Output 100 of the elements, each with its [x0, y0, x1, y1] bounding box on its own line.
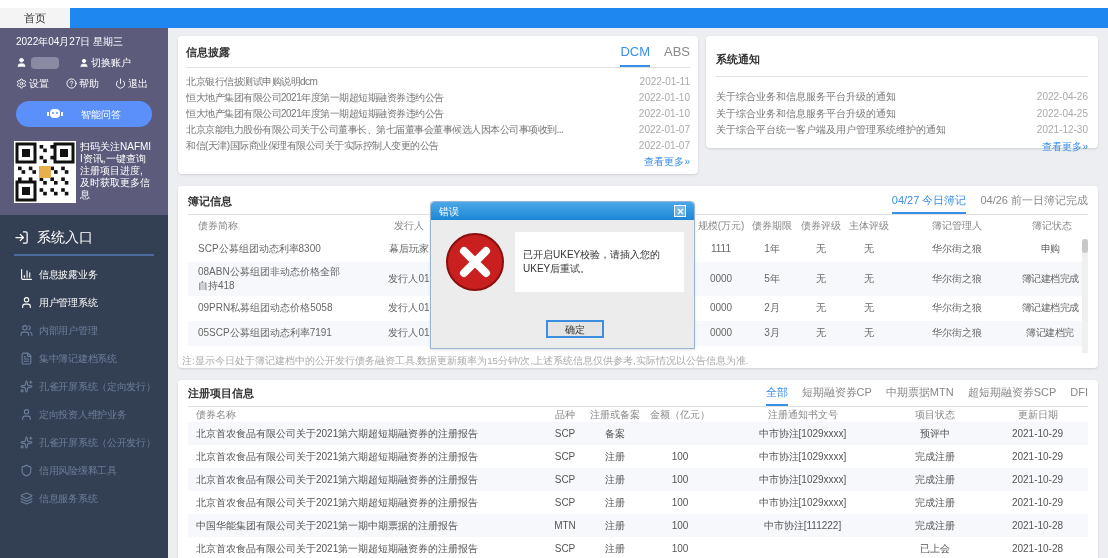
- sidebar-item[interactable]: 信息披露业务: [14, 260, 154, 288]
- close-icon: [675, 206, 685, 216]
- user-icon: [20, 295, 33, 309]
- table-cell-text: 中市协注[1029xxxx]: [757, 472, 848, 487]
- tab[interactable]: DFI: [1070, 384, 1088, 406]
- table-cell-text: 完成注册: [914, 472, 956, 487]
- table-cell-text: 100: [670, 518, 690, 533]
- table-cell-text: 2021-10-29: [1010, 426, 1065, 441]
- fan-icon: [20, 379, 33, 393]
- sidebar-action-link[interactable]: 退出: [115, 76, 148, 91]
- qr-code-icon: [14, 141, 76, 203]
- sidebar-item[interactable]: 用户管理系统: [14, 288, 154, 316]
- table-cell-text: SCP公募组团动态利率8300: [197, 242, 322, 256]
- news-link[interactable]: 北京京能电力股份有限公司关于公司董事长、第七届董事会董事候选人因本公司事项收到...: [186, 121, 564, 138]
- section-title: 系统入口: [37, 228, 93, 247]
- dialog-title: 错误: [439, 204, 459, 219]
- assistant-button[interactable]: 智能问答: [16, 101, 152, 127]
- column-header: 簿记状态: [1031, 219, 1073, 233]
- table-cell-text: 注册: [604, 495, 626, 510]
- news-date: 2022-01-07: [638, 138, 690, 153]
- table-cell-text: 无: [863, 242, 875, 256]
- news-date: 2022-01-10: [638, 90, 690, 105]
- table-cell-text: 北京首农食品有限公司关于2021第一期超短期融资券的注册报告: [195, 541, 480, 556]
- switch-account-link[interactable]: 切换账户: [79, 55, 131, 70]
- table-cell-text: 05SCP公募组团动态利率7191: [197, 326, 333, 340]
- user-icon: [16, 57, 27, 68]
- table-cell-text: SCP: [553, 541, 577, 556]
- table-cell-text: 1年: [763, 242, 781, 256]
- table-cell: 幕后玩家: [388, 242, 430, 256]
- notice-link[interactable]: 关于综合业务和信息服务平台升级的通知: [716, 89, 896, 106]
- sidebar-action-link[interactable]: 设置: [16, 76, 49, 91]
- table-cell-text: 3月: [763, 326, 781, 340]
- notice-link[interactable]: 关于综合业务和信息服务平台升级的通知: [716, 105, 896, 122]
- tab[interactable]: 短期融资券CP: [801, 384, 872, 406]
- column-header: 债券期限: [751, 219, 793, 233]
- news-link[interactable]: 和信(天津)国际商业保理有限公司关于实际控制人变更的公告: [186, 137, 439, 154]
- tab[interactable]: 中期票据MTN: [885, 384, 954, 406]
- notice-date: 2021-12-30: [1036, 123, 1088, 137]
- column-header: 注册通知书文号: [766, 407, 839, 422]
- blurred-username: [31, 56, 59, 69]
- tab[interactable]: DCM: [620, 42, 650, 67]
- table-cell-text: 注册: [604, 518, 626, 533]
- table-cell-text: 100: [670, 541, 690, 556]
- panel-title: 信息披露: [186, 45, 230, 60]
- tab[interactable]: 04/26 前一日簿记完成: [980, 192, 1088, 214]
- column-header: 规模(万元): [696, 219, 746, 233]
- panel-title: 簿记信息: [188, 194, 232, 209]
- column-header: 品种: [554, 407, 576, 422]
- tab[interactable]: 全部: [765, 384, 788, 406]
- ok-button[interactable]: 确定: [545, 320, 604, 338]
- news-link[interactable]: 北京银行信披测试申购说明dcm: [186, 73, 318, 90]
- table-cell-text: 华尔街之狼: [931, 301, 983, 315]
- close-button[interactable]: [674, 205, 686, 217]
- table-cell-text: 5年: [763, 271, 781, 286]
- news-link[interactable]: 恒大地产集团有限公司2021年度第一期超短期融资券违约公告: [186, 89, 444, 106]
- date-text: 2022年04月27日 星期三: [16, 35, 125, 49]
- news-date: 2022-01-07: [638, 122, 690, 137]
- table-cell-text: SCP: [553, 495, 577, 510]
- table-cell-text: 华尔街之狼: [931, 271, 983, 286]
- news-date: 2022-01-10: [638, 106, 690, 121]
- error-icon: [445, 232, 505, 292]
- table-cell-text: 100: [670, 449, 690, 464]
- table-cell-text: 100: [670, 472, 690, 487]
- table-cell-text: 2021-10-28: [1010, 518, 1065, 533]
- column-header: 债券评级: [800, 219, 842, 233]
- layers-icon: [20, 491, 33, 505]
- table-cell-text: 无: [815, 301, 827, 315]
- tab[interactable]: 超短期融资券SCP: [967, 384, 1057, 406]
- column-header: 项目状态: [914, 407, 956, 422]
- news-link[interactable]: 恒大地产集团有限公司2021年度第一期超短期融资券违约公告: [186, 105, 444, 122]
- users-icon: [20, 323, 33, 337]
- table-cell-text: 申购: [1039, 242, 1061, 256]
- tab[interactable]: ABS: [664, 42, 690, 67]
- table-cell-text: 簿记建档完成: [1021, 271, 1080, 286]
- table-cell: 发行人01: [388, 301, 430, 315]
- table-cell-text: 0000: [708, 301, 734, 315]
- table-cell-text: 无: [863, 326, 875, 340]
- table-cell-text: 中市协注[1029xxxx]: [757, 449, 848, 464]
- table-cell: 发行人01: [388, 271, 430, 286]
- sidebar-action-link[interactable]: 帮助: [65, 76, 99, 91]
- tab[interactable]: 04/27 今日簿记: [891, 192, 967, 214]
- bar-chart-icon: [20, 267, 33, 281]
- table-cell-text: 注册: [604, 472, 626, 487]
- panel-title: 注册项目信息: [188, 386, 254, 401]
- table-cell-text: 0000: [708, 271, 734, 286]
- table-cell-text: MTN: [553, 518, 577, 533]
- tab[interactable]: 首页: [0, 8, 70, 28]
- qr-caption: 扫码关注NAFMII资讯,一键查询注册项目进度,及时获取更多信息: [80, 141, 152, 202]
- more-link[interactable]: 查看更多»: [1042, 138, 1088, 154]
- table-cell-text: 2021-10-28: [1010, 541, 1065, 556]
- more-link[interactable]: 查看更多»: [644, 153, 690, 169]
- table-cell-text: 无: [863, 271, 875, 286]
- document-icon: [20, 351, 33, 365]
- table-cell: 发行人01: [388, 326, 430, 340]
- user-icon: [79, 57, 89, 68]
- notice-date: 2022-04-26: [1036, 90, 1088, 104]
- table-cell-text: 0000: [708, 326, 734, 340]
- notice-link[interactable]: 关于综合平台统一客户端及用户管理系统维护的通知: [716, 122, 946, 139]
- table-cell-text: 注册: [604, 541, 626, 556]
- table-cell-text: 2021-10-29: [1010, 495, 1065, 510]
